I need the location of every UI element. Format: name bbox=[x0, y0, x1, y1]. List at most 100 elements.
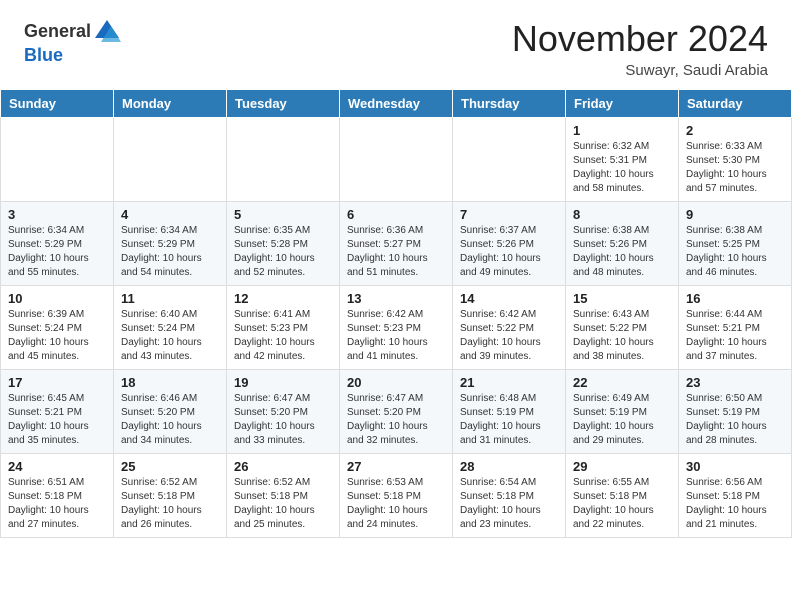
day-info: Sunrise: 6:54 AM Sunset: 5:18 PM Dayligh… bbox=[460, 476, 558, 532]
day-number: 17 bbox=[8, 375, 106, 390]
calendar-cell: 14 Sunrise: 6:42 AM Sunset: 5:22 PM Dayli… bbox=[453, 286, 566, 370]
day-info: Sunrise: 6:38 AM Sunset: 5:26 PM Dayligh… bbox=[573, 224, 671, 280]
day-info: Sunrise: 6:49 AM Sunset: 5:19 PM Dayligh… bbox=[573, 392, 671, 448]
logo-general: General bbox=[24, 22, 91, 42]
day-number: 13 bbox=[347, 291, 445, 306]
day-number: 11 bbox=[121, 291, 219, 306]
calendar-cell bbox=[114, 118, 227, 202]
day-info: Sunrise: 6:34 AM Sunset: 5:29 PM Dayligh… bbox=[121, 224, 219, 280]
day-number: 30 bbox=[686, 459, 784, 474]
weekday-header: Wednesday bbox=[340, 90, 453, 118]
calendar-cell: 16 Sunrise: 6:44 AM Sunset: 5:21 PM Dayli… bbox=[679, 286, 792, 370]
calendar-cell: 5 Sunrise: 6:35 AM Sunset: 5:28 PM Daylig… bbox=[227, 202, 340, 286]
day-number: 16 bbox=[686, 291, 784, 306]
calendar-header-row: SundayMondayTuesdayWednesdayThursdayFrid… bbox=[1, 90, 792, 118]
day-info: Sunrise: 6:45 AM Sunset: 5:21 PM Dayligh… bbox=[8, 392, 106, 448]
calendar-cell: 1Sunrise: 6:32 AM Sunset: 5:31 PM Daylig… bbox=[566, 118, 679, 202]
day-number: 8 bbox=[573, 207, 671, 222]
day-info: Sunrise: 6:46 AM Sunset: 5:20 PM Dayligh… bbox=[121, 392, 219, 448]
day-info: Sunrise: 6:39 AM Sunset: 5:24 PM Dayligh… bbox=[8, 308, 106, 364]
calendar-cell: 27 Sunrise: 6:53 AM Sunset: 5:18 PM Dayli… bbox=[340, 454, 453, 538]
logo-icon bbox=[93, 18, 121, 46]
day-info: Sunrise: 6:40 AM Sunset: 5:24 PM Dayligh… bbox=[121, 308, 219, 364]
calendar-cell: 28 Sunrise: 6:54 AM Sunset: 5:18 PM Dayli… bbox=[453, 454, 566, 538]
day-number: 28 bbox=[460, 459, 558, 474]
weekday-header: Friday bbox=[566, 90, 679, 118]
calendar-cell: 17 Sunrise: 6:45 AM Sunset: 5:21 PM Dayli… bbox=[1, 370, 114, 454]
day-number: 27 bbox=[347, 459, 445, 474]
day-info: Sunrise: 6:34 AM Sunset: 5:29 PM Dayligh… bbox=[8, 224, 106, 280]
weekday-header: Saturday bbox=[679, 90, 792, 118]
weekday-header: Tuesday bbox=[227, 90, 340, 118]
day-info: Sunrise: 6:52 AM Sunset: 5:18 PM Dayligh… bbox=[234, 476, 332, 532]
logo: General Blue bbox=[24, 18, 121, 66]
calendar-week-row: 3 Sunrise: 6:34 AM Sunset: 5:29 PM Daylig… bbox=[1, 202, 792, 286]
calendar-cell: 11 Sunrise: 6:40 AM Sunset: 5:24 PM Dayli… bbox=[114, 286, 227, 370]
day-info: Sunrise: 6:36 AM Sunset: 5:27 PM Dayligh… bbox=[347, 224, 445, 280]
day-number: 10 bbox=[8, 291, 106, 306]
day-number: 14 bbox=[460, 291, 558, 306]
day-info: Sunrise: 6:38 AM Sunset: 5:25 PM Dayligh… bbox=[686, 224, 784, 280]
calendar-cell: 4 Sunrise: 6:34 AM Sunset: 5:29 PM Daylig… bbox=[114, 202, 227, 286]
day-number: 25 bbox=[121, 459, 219, 474]
day-number: 6 bbox=[347, 207, 445, 222]
calendar-cell: 15Sunrise: 6:43 AM Sunset: 5:22 PM Dayli… bbox=[566, 286, 679, 370]
calendar-cell: 2 Sunrise: 6:33 AM Sunset: 5:30 PM Daylig… bbox=[679, 118, 792, 202]
calendar-cell: 23Sunrise: 6:50 AM Sunset: 5:19 PM Dayli… bbox=[679, 370, 792, 454]
day-number: 7 bbox=[460, 207, 558, 222]
calendar-week-row: 10 Sunrise: 6:39 AM Sunset: 5:24 PM Dayli… bbox=[1, 286, 792, 370]
day-info: Sunrise: 6:48 AM Sunset: 5:19 PM Dayligh… bbox=[460, 392, 558, 448]
day-info: Sunrise: 6:33 AM Sunset: 5:30 PM Dayligh… bbox=[686, 140, 784, 196]
calendar-cell: 8 Sunrise: 6:38 AM Sunset: 5:26 PM Daylig… bbox=[566, 202, 679, 286]
day-info: Sunrise: 6:42 AM Sunset: 5:23 PM Dayligh… bbox=[347, 308, 445, 364]
calendar-cell: 13 Sunrise: 6:42 AM Sunset: 5:23 PM Dayli… bbox=[340, 286, 453, 370]
calendar-cell: 6 Sunrise: 6:36 AM Sunset: 5:27 PM Daylig… bbox=[340, 202, 453, 286]
weekday-header: Sunday bbox=[1, 90, 114, 118]
day-info: Sunrise: 6:52 AM Sunset: 5:18 PM Dayligh… bbox=[121, 476, 219, 532]
day-number: 21 bbox=[460, 375, 558, 390]
day-number: 19 bbox=[234, 375, 332, 390]
calendar-cell: 19 Sunrise: 6:47 AM Sunset: 5:20 PM Dayli… bbox=[227, 370, 340, 454]
calendar-cell bbox=[227, 118, 340, 202]
calendar-cell: 21 Sunrise: 6:48 AM Sunset: 5:19 PM Dayli… bbox=[453, 370, 566, 454]
calendar-cell: 12 Sunrise: 6:41 AM Sunset: 5:23 PM Dayli… bbox=[227, 286, 340, 370]
calendar-cell: 20Sunrise: 6:47 AM Sunset: 5:20 PM Dayli… bbox=[340, 370, 453, 454]
calendar-cell: 30Sunrise: 6:56 AM Sunset: 5:18 PM Dayli… bbox=[679, 454, 792, 538]
day-info: Sunrise: 6:55 AM Sunset: 5:18 PM Dayligh… bbox=[573, 476, 671, 532]
calendar-cell: 9 Sunrise: 6:38 AM Sunset: 5:25 PM Daylig… bbox=[679, 202, 792, 286]
day-info: Sunrise: 6:44 AM Sunset: 5:21 PM Dayligh… bbox=[686, 308, 784, 364]
day-number: 5 bbox=[234, 207, 332, 222]
day-number: 29 bbox=[573, 459, 671, 474]
page-header: General Blue November 2024 Suwayr, Saudi… bbox=[0, 0, 792, 89]
weekday-header: Monday bbox=[114, 90, 227, 118]
calendar-cell: 18Sunrise: 6:46 AM Sunset: 5:20 PM Dayli… bbox=[114, 370, 227, 454]
month-year: November 2024 bbox=[512, 18, 768, 60]
day-number: 12 bbox=[234, 291, 332, 306]
calendar-cell: 24 Sunrise: 6:51 AM Sunset: 5:18 PM Dayli… bbox=[1, 454, 114, 538]
calendar-cell: 7Sunrise: 6:37 AM Sunset: 5:26 PM Daylig… bbox=[453, 202, 566, 286]
day-number: 3 bbox=[8, 207, 106, 222]
day-info: Sunrise: 6:51 AM Sunset: 5:18 PM Dayligh… bbox=[8, 476, 106, 532]
calendar-cell: 29 Sunrise: 6:55 AM Sunset: 5:18 PM Dayli… bbox=[566, 454, 679, 538]
day-number: 2 bbox=[686, 123, 784, 138]
day-info: Sunrise: 6:41 AM Sunset: 5:23 PM Dayligh… bbox=[234, 308, 332, 364]
day-info: Sunrise: 6:47 AM Sunset: 5:20 PM Dayligh… bbox=[234, 392, 332, 448]
calendar-table: SundayMondayTuesdayWednesdayThursdayFrid… bbox=[0, 89, 792, 538]
calendar-week-row: 24 Sunrise: 6:51 AM Sunset: 5:18 PM Dayli… bbox=[1, 454, 792, 538]
calendar-cell bbox=[453, 118, 566, 202]
calendar-week-row: 17 Sunrise: 6:45 AM Sunset: 5:21 PM Dayli… bbox=[1, 370, 792, 454]
day-info: Sunrise: 6:53 AM Sunset: 5:18 PM Dayligh… bbox=[347, 476, 445, 532]
day-number: 9 bbox=[686, 207, 784, 222]
logo-blue: Blue bbox=[24, 45, 63, 65]
day-info: Sunrise: 6:42 AM Sunset: 5:22 PM Dayligh… bbox=[460, 308, 558, 364]
calendar-cell: 10 Sunrise: 6:39 AM Sunset: 5:24 PM Dayli… bbox=[1, 286, 114, 370]
day-number: 4 bbox=[121, 207, 219, 222]
day-number: 20 bbox=[347, 375, 445, 390]
calendar-cell: 26 Sunrise: 6:52 AM Sunset: 5:18 PM Dayli… bbox=[227, 454, 340, 538]
calendar-cell: 3 Sunrise: 6:34 AM Sunset: 5:29 PM Daylig… bbox=[1, 202, 114, 286]
day-number: 24 bbox=[8, 459, 106, 474]
day-info: Sunrise: 6:35 AM Sunset: 5:28 PM Dayligh… bbox=[234, 224, 332, 280]
calendar-cell bbox=[1, 118, 114, 202]
day-number: 26 bbox=[234, 459, 332, 474]
calendar-cell: 22Sunrise: 6:49 AM Sunset: 5:19 PM Dayli… bbox=[566, 370, 679, 454]
